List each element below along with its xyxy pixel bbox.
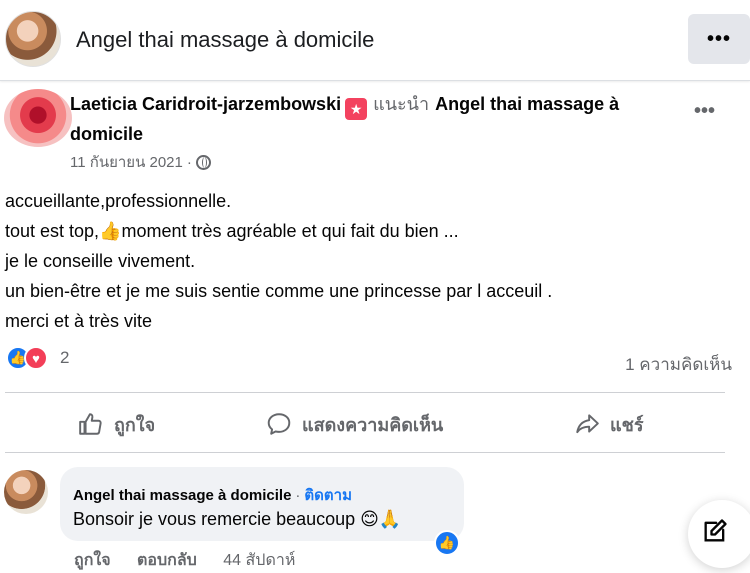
post-header: Laeticia Caridroit-jarzembowski ★ แนะนำ Ang…: [70, 90, 670, 149]
commenter-avatar[interactable]: [4, 470, 48, 514]
post-line: je le conseille vivement.: [5, 251, 196, 271]
comment-text: Bonsoir je vous remercie beaucoup 😊🙏: [73, 509, 402, 529]
recommends-label: แนะนำ: [373, 94, 430, 114]
commenter-name[interactable]: Angel thai massage à domicile: [73, 487, 291, 504]
post-line: un bien-être et je me suis sentie comme …: [5, 281, 553, 301]
thumbs-up-icon: [79, 413, 102, 435]
comment-time[interactable]: 44 สัปดาห์: [223, 552, 295, 569]
comment-bubble: Angel thai massage à domicile · ติดตาม Bon…: [60, 467, 464, 541]
post-line-part: moment très agréable et qui fait du bien…: [121, 221, 459, 241]
divider: [5, 392, 725, 393]
author-avatar[interactable]: [4, 89, 72, 147]
meta-separator: ·: [186, 153, 192, 171]
comment-separator: ·: [295, 487, 301, 504]
reactions-summary[interactable]: 👍 ♥ 2: [6, 346, 69, 370]
comment-like-link[interactable]: ถูกใจ: [74, 552, 111, 569]
globe-icon: [195, 154, 211, 170]
comment-icon: [267, 413, 291, 435]
post-body: accueillante,professionnelle. tout est t…: [5, 186, 725, 336]
comment-actions: ถูกใจ ตอบกลับ 44 สัปดาห์: [74, 548, 317, 573]
page-avatar[interactable]: [5, 11, 61, 67]
recommend-icon: ★: [345, 98, 368, 120]
page-title[interactable]: Angel thai massage à domicile: [76, 27, 374, 53]
like-button[interactable]: ถูกใจ: [78, 396, 155, 452]
thumbs-up-emoji: 👍: [99, 221, 122, 241]
post-line-part: tout est top,: [5, 221, 100, 241]
post-actions: ถูกใจ แสดงความคิดเห็น แชร์: [0, 396, 750, 452]
post-line: tout est top,👍moment très agréable et qu…: [5, 216, 725, 246]
post-line: merci et à très vite: [5, 311, 153, 331]
follow-link[interactable]: ติดตาม: [304, 487, 352, 504]
post-line: accueillante,professionnelle.: [5, 191, 232, 211]
compose-button[interactable]: [688, 500, 750, 568]
share-button[interactable]: แชร์: [574, 396, 644, 452]
comment-like-badge-icon[interactable]: 👍: [434, 530, 460, 556]
post-options-button[interactable]: •••: [694, 100, 715, 123]
comment-reply-link[interactable]: ตอบกลับ: [137, 552, 197, 569]
like-label: ถูกใจ: [114, 414, 156, 435]
comment-count[interactable]: 1 ความคิดเห็น: [625, 351, 732, 378]
more-options-button[interactable]: •••: [688, 14, 750, 64]
edit-icon: [704, 519, 727, 542]
author-name[interactable]: Laeticia Caridroit-jarzembowski: [70, 94, 341, 114]
love-reaction-icon: ♥: [24, 346, 48, 370]
post-meta: 11 กันยายน 2021 ·: [70, 150, 211, 174]
comment-label: แสดงความคิดเห็น: [302, 414, 444, 435]
post-date[interactable]: 11 กันยายน 2021: [70, 150, 183, 174]
divider: [5, 452, 725, 453]
page-header: Angel thai massage à domicile •••: [0, 0, 750, 81]
share-icon: [576, 414, 599, 434]
share-label: แชร์: [610, 414, 644, 435]
comment-button[interactable]: แสดงความคิดเห็น: [266, 396, 443, 452]
reaction-count: 2: [60, 348, 70, 367]
comment-header: Angel thai massage à domicile · ติดตาม: [73, 483, 352, 507]
